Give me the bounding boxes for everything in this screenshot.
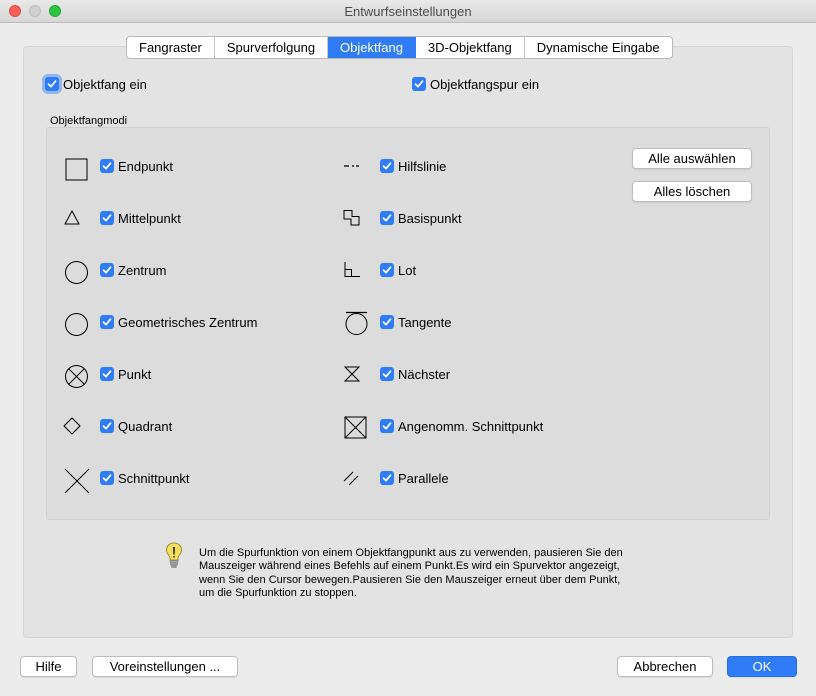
help-button[interactable]: Hilfe (20, 656, 77, 677)
hilfslinie-checkbox[interactable] (380, 159, 394, 173)
parallele-checkbox[interactable] (380, 471, 394, 485)
hint-line: Mauszeiger während eines Befehls auf ein… (199, 560, 620, 573)
clear-all-button[interactable]: Alles löschen (632, 181, 752, 202)
endpunkt-label: Endpunkt (118, 159, 173, 174)
tab-bar: Fangraster Spurverfolgung Objektfang 3D-… (126, 36, 673, 59)
geometrisches-zentrum-checkbox[interactable] (100, 315, 114, 329)
objektfangmodi-label: Objektfangmodi (50, 115, 128, 127)
zentrum-label: Zentrum (118, 263, 167, 278)
window-title: Entwurfseinstellungen (344, 4, 472, 19)
zentrum-checkbox[interactable] (100, 263, 114, 277)
basispunkt-label: Basispunkt (398, 211, 462, 226)
checkmark-icon (382, 162, 392, 170)
lightbulb-icon (166, 542, 182, 568)
checkmark-icon (382, 422, 392, 430)
cancel-button[interactable]: Abbrechen (617, 656, 713, 677)
checkmark-icon (102, 318, 112, 326)
parallele-label: Parallele (398, 471, 449, 486)
checkmark-icon (382, 214, 392, 222)
checkmark-icon (414, 80, 424, 88)
tab-dynamische-eingabe[interactable]: Dynamische Eingabe (525, 37, 672, 58)
quadrant-label: Quadrant (118, 419, 173, 434)
angenomm-schnittpunkt-checkbox[interactable] (380, 419, 394, 433)
tangente-checkbox[interactable] (380, 315, 394, 329)
mittelpunkt-checkbox[interactable] (100, 211, 114, 225)
checkmark-icon (382, 318, 392, 326)
objektfangspur-ein-checkbox[interactable] (412, 77, 426, 91)
endpunkt-checkbox[interactable] (100, 159, 114, 173)
quadrant-checkbox[interactable] (100, 419, 114, 433)
checkmark-icon (102, 162, 112, 170)
tangent-icon (345, 311, 368, 335)
angenomm-schnittpunkt-label: Angenomm. Schnittpunkt (398, 419, 544, 434)
checkmark-icon (102, 266, 112, 274)
punkt-checkbox[interactable] (100, 367, 114, 381)
schnittpunkt-checkbox[interactable] (100, 471, 114, 485)
checkmark-icon (102, 474, 112, 482)
select-all-button[interactable]: Alle auswählen (632, 148, 752, 169)
extension-line-icon (344, 165, 359, 167)
geometrisches-zentrum-label: Geometrisches Zentrum (118, 315, 258, 330)
hint-line: Um die Spurfunktion von einem Objektfang… (199, 547, 623, 559)
checkmark-icon (47, 80, 57, 88)
title-bar: Entwurfseinstellungen (0, 0, 816, 23)
insertion-point-icon (343, 210, 360, 226)
tab-spurverfolgung[interactable]: Spurverfolgung (215, 37, 329, 58)
perpendicular-icon (344, 262, 360, 277)
ok-button[interactable]: OK (727, 656, 797, 677)
checkmark-icon (382, 370, 392, 378)
checkmark-icon (382, 266, 392, 274)
center-circle-icon (65, 261, 88, 284)
objektfang-ein-label: Objektfang ein (63, 77, 147, 92)
basispunkt-checkbox[interactable] (380, 211, 394, 225)
checkmark-icon (102, 370, 112, 378)
midpoint-triangle-icon (64, 209, 80, 225)
hint-line: wenn Sie den Cursor bewegen.Pausieren Si… (199, 573, 621, 586)
nearest-hourglass-icon (343, 366, 361, 382)
checkmark-icon (102, 214, 112, 222)
tab-objektfang[interactable]: Objektfang (328, 37, 416, 58)
endpoint-square-icon (65, 158, 88, 181)
tab-fangraster[interactable]: Fangraster (127, 37, 215, 58)
tangente-label: Tangente (398, 315, 452, 330)
tab-3d-objektfang[interactable]: 3D-Objektfang (416, 37, 525, 58)
intersection-x-icon (64, 468, 90, 494)
lot-label: Lot (398, 263, 417, 278)
presets-button[interactable]: Voreinstellungen ... (92, 656, 238, 677)
lot-checkbox[interactable] (380, 263, 394, 277)
geometric-center-circle-icon (65, 313, 88, 336)
mittelpunkt-label: Mittelpunkt (118, 211, 181, 226)
parallel-icon (343, 471, 359, 486)
punkt-label: Punkt (118, 367, 152, 382)
quadrant-diamond-icon (63, 417, 81, 435)
checkmark-icon (382, 474, 392, 482)
schnittpunkt-label: Schnittpunkt (118, 471, 190, 486)
tracking-hint-text: Um die Spurfunktion von einem Objektfang… (199, 547, 669, 600)
naechster-label: Nächster (398, 367, 451, 382)
hint-line: um die Spurfunktion zu stoppen. (199, 586, 357, 599)
naechster-checkbox[interactable] (380, 367, 394, 381)
objektfang-ein-checkbox[interactable] (45, 77, 59, 91)
checkmark-icon (102, 422, 112, 430)
apparent-intersection-icon (344, 416, 367, 439)
objektfangspur-ein-label: Objektfangspur ein (430, 77, 540, 92)
node-point-icon (65, 365, 88, 388)
hilfslinie-label: Hilfslinie (398, 159, 447, 174)
